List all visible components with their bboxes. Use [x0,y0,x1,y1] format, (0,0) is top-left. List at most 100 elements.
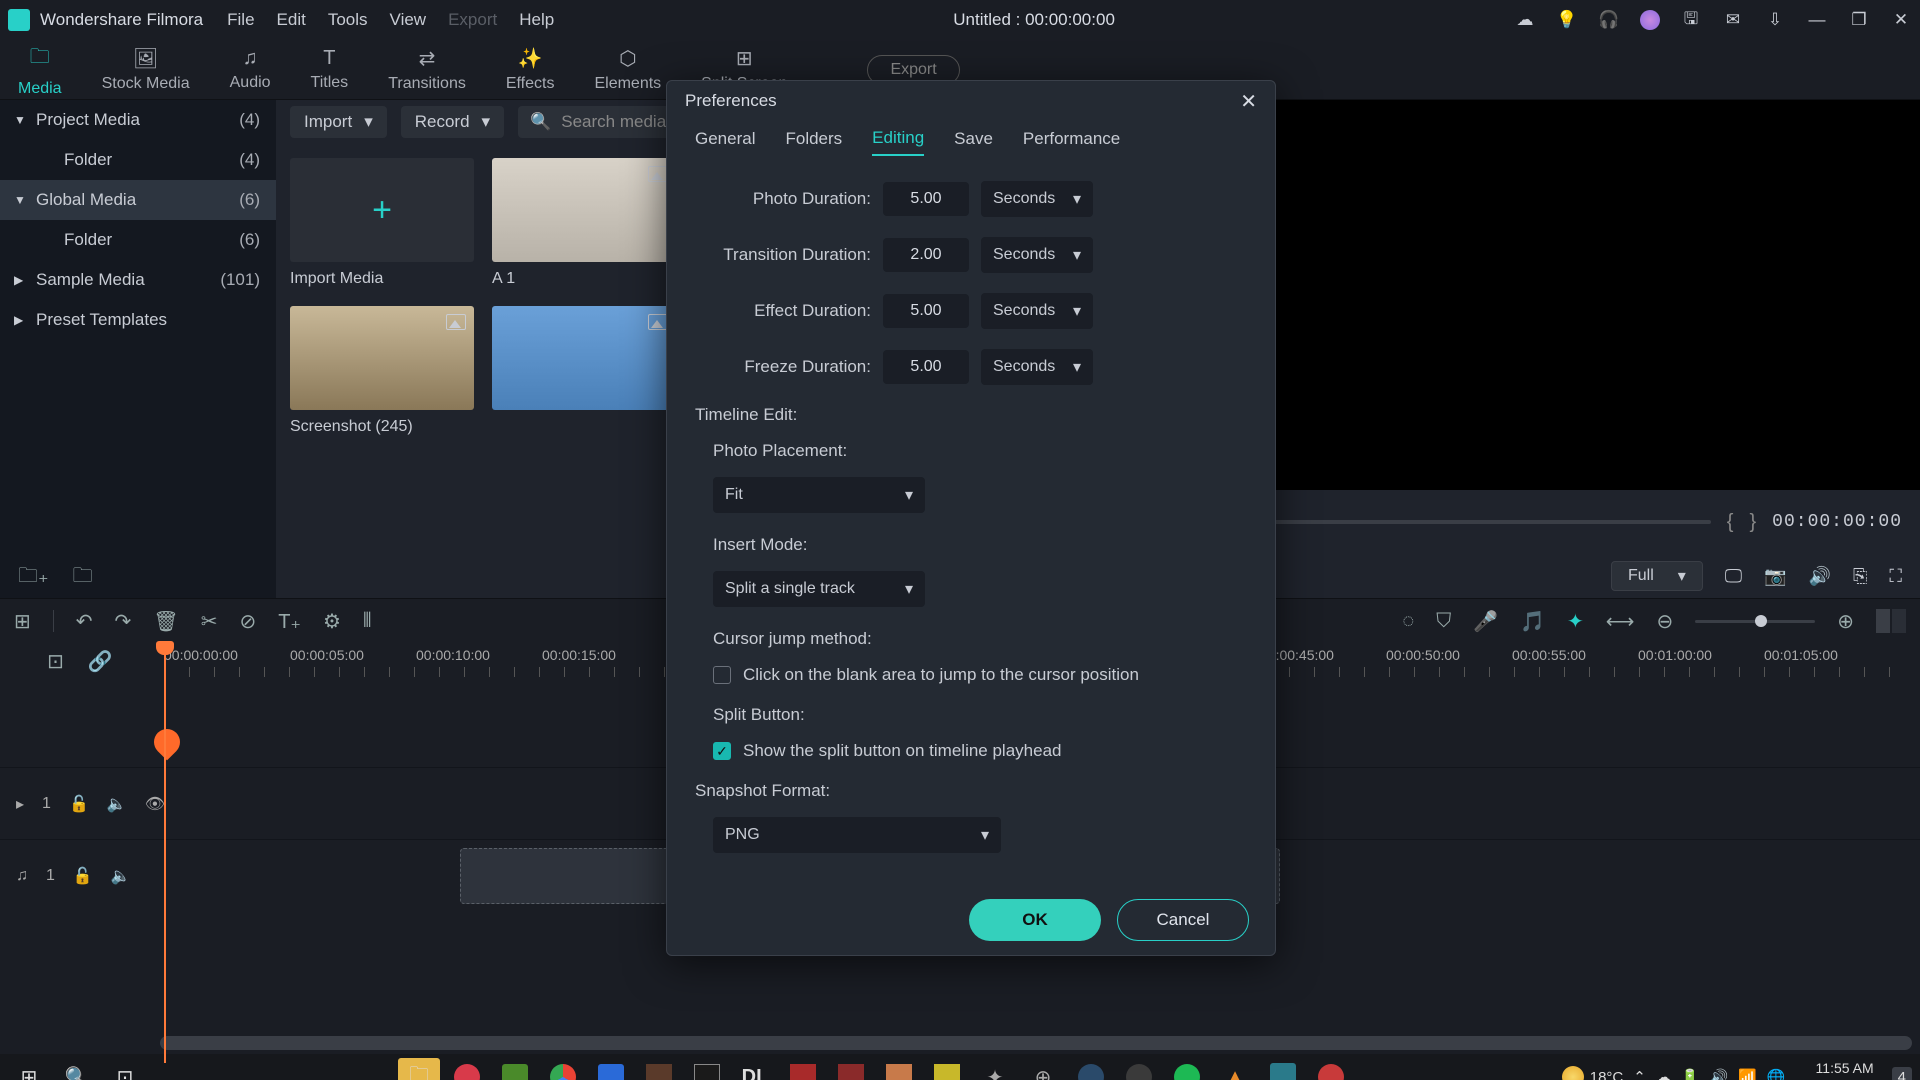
media-item[interactable] [492,306,676,436]
photo-placement-select[interactable]: Fit▾ [713,477,925,513]
start-icon[interactable]: ⊞ [8,1058,50,1080]
battery-icon[interactable]: 🔋 [1681,1068,1700,1080]
duration-input[interactable] [883,238,969,272]
mark-out-icon[interactable]: } [1749,511,1756,534]
timeline-scrollbar[interactable] [160,1036,1912,1050]
mail-icon[interactable]: ✉ [1722,9,1744,31]
app-icon[interactable] [1118,1058,1160,1080]
weather[interactable]: 18°C [1562,1066,1624,1080]
app-icon[interactable]: ⊕ [1022,1058,1064,1080]
grid-icon[interactable]: ⊞ [14,609,31,634]
lock-icon[interactable]: 🔓 [73,866,93,886]
link-icon[interactable]: 🔗 [88,649,113,674]
menu-help[interactable]: Help [519,10,554,30]
maximize-icon[interactable]: ❐ [1848,9,1870,31]
sidebar-item-global-media[interactable]: ▼Global Media(6) [0,180,276,220]
filmora-icon[interactable] [1262,1058,1304,1080]
pref-tab-save[interactable]: Save [954,129,993,155]
ribbon-tab-titles[interactable]: TTitles [311,47,349,92]
app-icon[interactable] [926,1058,968,1080]
lightbulb-icon[interactable]: 💡 [1556,9,1578,31]
sidebar-item-preset-templates[interactable]: ▶Preset Templates [0,300,276,340]
ok-button[interactable]: OK [969,899,1101,941]
menu-export[interactable]: Export [448,10,497,30]
spotify-icon[interactable] [1166,1058,1208,1080]
explorer-icon[interactable]: 🗀 [398,1058,440,1080]
quality-dropdown[interactable]: Full▾ [1611,561,1703,591]
app-icon[interactable] [830,1058,872,1080]
wifi-icon[interactable]: 📶 [1738,1068,1757,1080]
duration-input[interactable] [883,182,969,216]
headset-icon[interactable]: 🎧 [1598,9,1620,31]
unit-select[interactable]: Seconds▾ [981,237,1093,273]
fit-icon[interactable]: ⟷ [1606,609,1635,634]
duration-input[interactable] [883,294,969,328]
marker-icon[interactable]: ✦ [1567,609,1584,634]
ribbon-tab-elements[interactable]: ⬡Elements [594,46,661,93]
zoom-in-icon[interactable]: ⊕ [1837,609,1854,634]
pref-tab-performance[interactable]: Performance [1023,129,1120,155]
ribbon-tab-effects[interactable]: ✨Effects [506,46,555,93]
unit-select[interactable]: Seconds▾ [981,293,1093,329]
ribbon-tab-audio[interactable]: ♫Audio [230,47,271,92]
shield-icon[interactable]: ⛉ [1436,610,1451,633]
mute-icon[interactable]: 🔈 [107,794,127,814]
thumbnail[interactable] [290,306,474,410]
import-dropdown[interactable]: Import▾ [290,106,387,138]
mute-icon[interactable]: 🔈 [111,866,131,886]
clock[interactable]: 11:55 AM 16/12/2022 [1804,1060,1874,1080]
ribbon-tab-stock-media[interactable]: 🖼Stock Media [102,46,190,93]
volume-icon[interactable]: 🔊 [1710,1068,1729,1080]
menu-view[interactable]: View [390,10,427,30]
tag-icon[interactable]: ⊘ [239,609,256,634]
audio-icon[interactable]: ⫴ [363,610,371,633]
adjust-icon[interactable]: ⚙ [323,609,341,634]
new-folder-icon[interactable]: 🗀₊ [18,561,49,595]
cut-icon[interactable]: ✂ [201,609,218,634]
split-button-checkbox[interactable]: ✓ [713,742,731,760]
dialog-close-icon[interactable]: ✕ [1240,89,1257,114]
link-tracks-icon[interactable]: ⊡ [47,649,64,674]
mark-in-icon[interactable]: { [1727,511,1734,534]
app-icon[interactable] [1310,1058,1352,1080]
zoom-slider[interactable] [1695,620,1815,623]
record-dropdown[interactable]: Record▾ [401,106,504,138]
ribbon-tab-transitions[interactable]: ⇄Transitions [388,46,466,93]
unit-select[interactable]: Seconds▾ [981,181,1093,217]
ribbon-tab-media[interactable]: 🗀Media [18,42,62,98]
export-frame-icon[interactable]: ⎘ [1853,566,1867,587]
thumbnail[interactable]: + [290,158,474,262]
cloud-icon[interactable]: ☁ [1656,1068,1671,1080]
music-icon[interactable]: 🎵 [1520,609,1545,634]
folder-icon[interactable]: 🗀 [73,561,93,595]
menu-file[interactable]: File [227,10,254,30]
media-item[interactable]: +Import Media [290,158,474,288]
camera-icon[interactable]: 📷 [1764,566,1786,587]
mic-icon[interactable]: 🎤 [1473,609,1498,634]
app-icon[interactable] [638,1058,680,1080]
app-icon[interactable]: ✦ [974,1058,1016,1080]
monitor-icon[interactable]: 🖵 [1725,566,1742,587]
app-icon[interactable] [878,1058,920,1080]
sidebar-item-project-media[interactable]: ▼Project Media(4) [0,100,276,140]
taskview-icon[interactable]: ⊡ [104,1058,146,1080]
sidebar-item-folder[interactable]: Folder(6) [0,220,276,260]
delete-icon[interactable]: 🗑 [153,609,178,634]
notification-count[interactable]: 4 [1892,1067,1912,1080]
chrome-icon[interactable] [542,1058,584,1080]
thumbnail[interactable] [492,158,676,262]
search-icon[interactable]: 🔍 [56,1058,98,1080]
menu-tools[interactable]: Tools [328,10,368,30]
pref-tab-editing[interactable]: Editing [872,128,924,156]
close-icon[interactable]: ✕ [1890,9,1912,31]
unit-select[interactable]: Seconds▾ [981,349,1093,385]
minimize-icon[interactable]: — [1806,9,1828,31]
undo-icon[interactable]: ↶ [76,609,93,634]
playhead[interactable] [164,643,166,1063]
render-icon[interactable]: ◌ [1402,610,1414,633]
lock-icon[interactable]: 🔓 [69,794,89,814]
text-icon[interactable]: T₊ [278,609,301,634]
download-icon[interactable]: ⇩ [1764,9,1786,31]
opera-icon[interactable] [446,1058,488,1080]
fullscreen-icon[interactable]: ⛶ [1889,566,1902,587]
